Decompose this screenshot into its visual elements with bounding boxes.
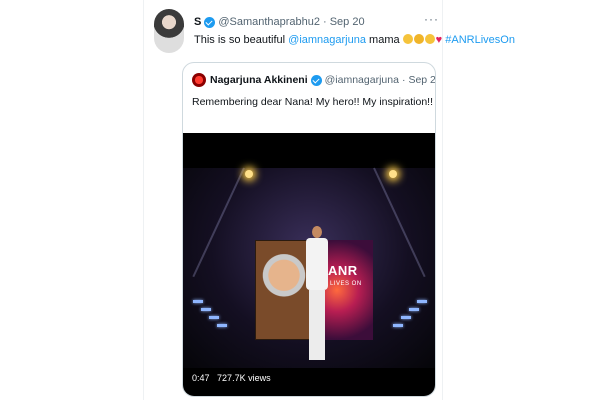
mention-link[interactable]: @iamnagarjuna bbox=[288, 34, 366, 46]
hugging-emoji-icon bbox=[424, 34, 435, 44]
hashtag-link[interactable]: #ANRLivesOn bbox=[445, 34, 515, 46]
video-meta: 0:47 727.7K views bbox=[192, 373, 271, 383]
red-heart-emoji-icon: ♥ bbox=[435, 34, 443, 46]
quoted-tweet-text: Remembering dear Nana! My hero!! My insp… bbox=[192, 96, 435, 108]
quoted-verified-badge-icon bbox=[310, 74, 322, 86]
screen-subtitle: LIVES ON bbox=[330, 281, 362, 287]
display-name[interactable]: S bbox=[194, 16, 201, 28]
tweet-text-after: mama bbox=[365, 34, 403, 46]
user-handle[interactable]: @Samanthaprabhu2 bbox=[218, 16, 320, 28]
floor-lights-right bbox=[387, 300, 427, 340]
screen-title: ANR bbox=[328, 263, 358, 278]
tweet-text: This is so beautiful @iamnagarjuna mama … bbox=[194, 34, 515, 46]
performer-legs bbox=[309, 290, 325, 360]
performer-figure bbox=[304, 226, 330, 366]
video-views: 727.7K views bbox=[217, 373, 271, 383]
performer-head bbox=[312, 226, 322, 238]
tweet-header: S @Samanthaprabhu2 · Sep 20 bbox=[194, 16, 365, 28]
more-options-icon[interactable]: ··· bbox=[424, 12, 439, 26]
separator-dot: · bbox=[323, 16, 327, 28]
quoted-tweet[interactable]: Nagarjuna Akkineni @iamnagarjuna · Sep 2… bbox=[182, 62, 436, 397]
folded-hands-emoji-icon bbox=[413, 34, 424, 44]
quoted-tweet-date[interactable]: Sep 20 bbox=[408, 74, 435, 86]
video-player[interactable]: ANR LIVES ON 0:47 727.7K views bbox=[183, 133, 435, 396]
tweet-text-before: This is so beautiful bbox=[194, 34, 289, 46]
light-beam bbox=[373, 167, 426, 278]
quoted-avatar[interactable] bbox=[192, 73, 206, 87]
stage-spotlight bbox=[245, 170, 253, 178]
smile-emoji-icon bbox=[402, 34, 413, 44]
light-beam bbox=[192, 167, 245, 278]
stage-spotlight bbox=[389, 170, 397, 178]
video-frame: ANR LIVES ON bbox=[183, 167, 435, 368]
video-duration: 0:47 bbox=[192, 373, 210, 383]
avatar[interactable] bbox=[154, 9, 184, 53]
tweet-date[interactable]: Sep 20 bbox=[330, 16, 365, 28]
quoted-user-handle[interactable]: @iamnagarjuna bbox=[325, 74, 399, 86]
quoted-separator-dot: · bbox=[401, 74, 406, 86]
tweet-card[interactable]: S @Samanthaprabhu2 · Sep 20 ··· This is … bbox=[143, 0, 515, 400]
performer-body bbox=[306, 238, 328, 290]
quoted-tweet-header: Nagarjuna Akkineni @iamnagarjuna · Sep 2… bbox=[192, 73, 435, 87]
verified-badge-icon bbox=[204, 16, 216, 28]
quoted-display-name[interactable]: Nagarjuna Akkineni bbox=[210, 74, 308, 86]
floor-lights-left bbox=[193, 300, 233, 340]
